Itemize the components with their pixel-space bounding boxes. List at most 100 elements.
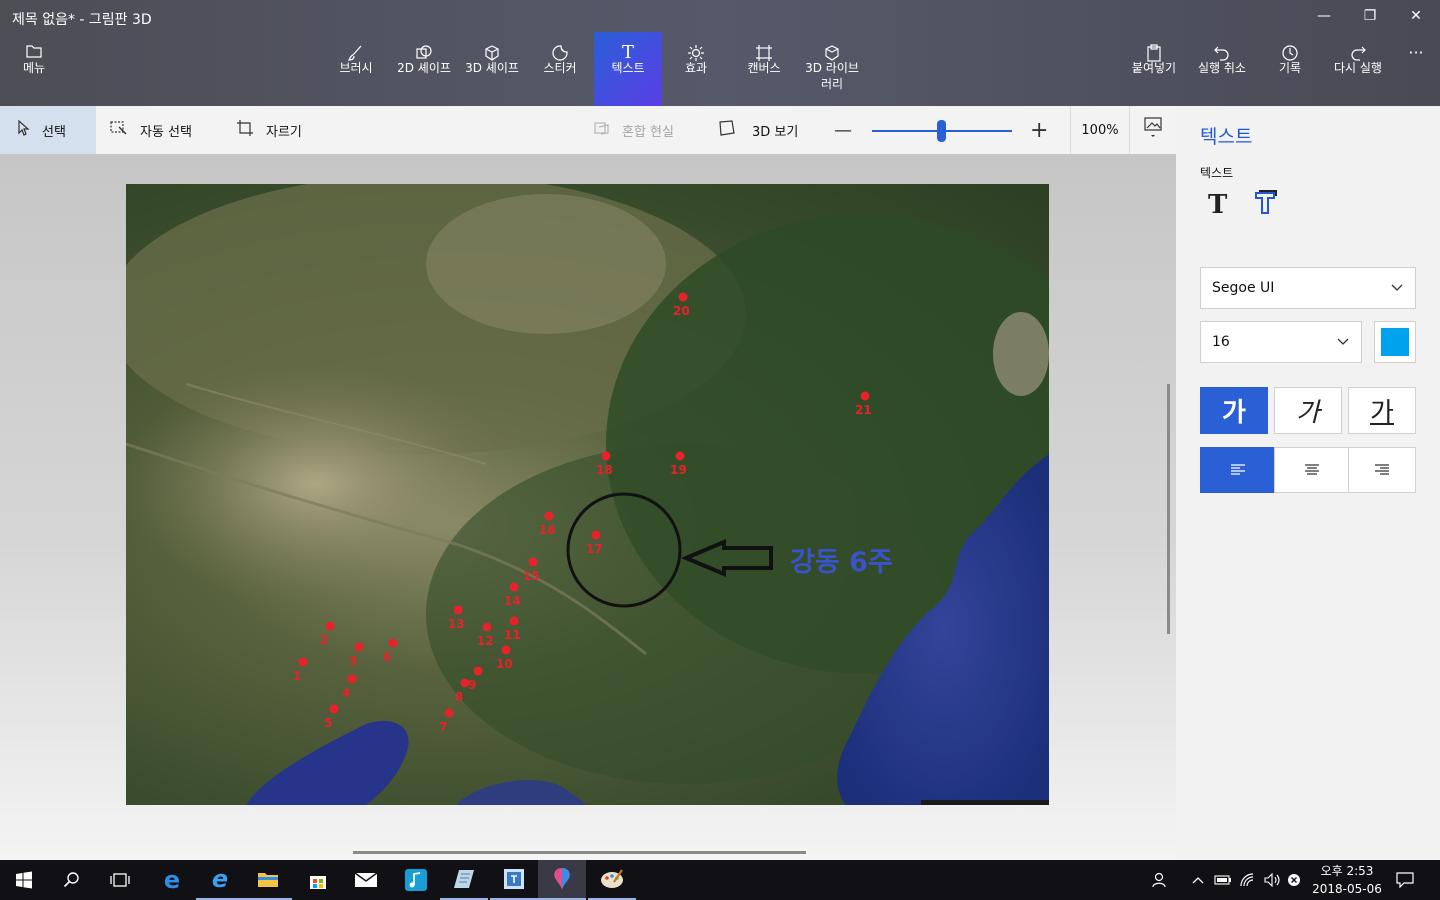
people-button[interactable] (1152, 860, 1178, 900)
bold-button[interactable]: 가 (1200, 387, 1268, 434)
hwp-taskbar-icon[interactable] (490, 860, 538, 900)
volume-button[interactable] (1264, 860, 1286, 900)
font-family-select[interactable]: Segoe UI (1200, 267, 1416, 309)
align-right-button[interactable] (1348, 447, 1416, 493)
tool-3d-shapes[interactable]: 3D 셰이프 (458, 32, 526, 106)
start-button[interactable] (0, 860, 48, 900)
align-right-icon (1375, 464, 1389, 475)
tool-2d-shapes[interactable]: 2D 셰이프 (390, 32, 458, 106)
3d-library-icon (798, 32, 866, 61)
italic-button[interactable]: 가 (1274, 387, 1342, 434)
magic-select-icon (110, 120, 128, 140)
tool-effects[interactable]: 효과 (662, 32, 730, 106)
sticker-icon (526, 32, 594, 61)
task-view-icon (110, 873, 130, 887)
zoom-slider-thumb[interactable] (937, 120, 946, 142)
font-size-select[interactable]: 16 (1200, 321, 1362, 363)
history-button[interactable]: 기록 (1256, 32, 1324, 106)
folder-icon (0, 32, 68, 60)
music-app-taskbar-icon[interactable] (392, 860, 440, 900)
people-icon (1152, 872, 1166, 888)
more-icon: ··· (1408, 43, 1424, 62)
zoom-in-button[interactable]: + (1030, 106, 1050, 154)
tool-label: 2D 셰이프 (397, 61, 451, 75)
tool-text[interactable]: T 텍스트 (594, 32, 662, 106)
chevron-down-icon (1391, 281, 1403, 295)
redo-button[interactable]: 다시 실행 (1324, 32, 1392, 106)
view-3d-button[interactable]: 3D 보기 (718, 106, 814, 154)
speaker-icon (1264, 873, 1280, 887)
paint-taskbar-icon[interactable] (588, 860, 636, 900)
taskbar-clock[interactable]: 오후 2:53 2018-05-06 (1306, 862, 1388, 898)
zoom-level[interactable]: 100% (1070, 106, 1130, 154)
text-2d-icon[interactable]: T (1208, 190, 1227, 220)
panel-subtitle: 텍스트 (1200, 166, 1234, 180)
map-canvas[interactable]: 1 2 3 4 5 6 7 8 9 10 11 12 13 14 15 16 17 18 19 20 21 강동 6주 (126, 184, 1049, 805)
undo-label: 실행 취소 (1198, 61, 1246, 75)
highlight-circle (566, 492, 682, 608)
horizontal-scrollbar[interactable] (353, 851, 806, 854)
minimize-button[interactable]: — (1301, 0, 1347, 32)
action-center-button[interactable] (1396, 860, 1420, 900)
tool-label: 캔버스 (747, 61, 781, 75)
align-center-button[interactable] (1274, 447, 1349, 493)
paste-button[interactable]: 붙여넣기 (1120, 32, 1188, 106)
paint-3d-taskbar-icon[interactable] (538, 860, 586, 900)
paste-label: 붙여넣기 (1131, 61, 1177, 75)
vertical-scrollbar[interactable] (1167, 384, 1170, 634)
wifi-icon (1240, 873, 1254, 887)
panel-title: 텍스트 (1200, 126, 1253, 148)
more-options-button[interactable]: ··· (1396, 32, 1436, 106)
mail-icon (354, 872, 378, 887)
history-label: 기록 (1278, 61, 1302, 75)
clock-date: 2018-05-06 (1312, 882, 1382, 896)
tool-brushes[interactable]: 브러시 (322, 32, 390, 106)
crop-button[interactable]: 자르기 (236, 106, 326, 154)
crop-label: 자르기 (266, 124, 302, 140)
view-options-button[interactable] (1136, 106, 1170, 154)
battery-icon (1214, 875, 1231, 885)
align-left-icon (1230, 464, 1245, 475)
battery-button[interactable] (1214, 860, 1236, 900)
3d-shapes-icon (458, 32, 526, 61)
internet-explorer-taskbar-icon[interactable]: e (196, 860, 244, 900)
file-explorer-taskbar-icon[interactable] (244, 860, 292, 900)
mixed-reality-button[interactable]: 혼합 현실 (594, 106, 694, 154)
paste-icon (1120, 32, 1188, 62)
text-3d-icon[interactable] (1254, 190, 1278, 223)
2d-shapes-icon (390, 32, 458, 60)
align-center-icon (1304, 464, 1319, 475)
notepad-taskbar-icon[interactable] (440, 860, 488, 900)
redo-icon (1324, 32, 1392, 61)
effects-icon (662, 32, 730, 61)
zoom-out-button[interactable]: — (834, 106, 854, 154)
menu-button[interactable]: 메뉴 (0, 32, 68, 106)
tool-label: 3D 셰이프 (465, 61, 519, 75)
underline-button[interactable]: 가 (1348, 387, 1416, 434)
tool-canvas[interactable]: 캔버스 (730, 32, 798, 106)
input-indicator-button[interactable] (1287, 860, 1305, 900)
store-taskbar-icon[interactable] (294, 860, 342, 900)
select-tool-button[interactable]: 선택 (0, 106, 96, 154)
align-left-button[interactable] (1200, 447, 1275, 493)
text-color-picker[interactable] (1374, 321, 1416, 363)
edge-taskbar-icon[interactable]: e (148, 860, 196, 900)
network-button[interactable] (1240, 860, 1262, 900)
undo-button[interactable]: 실행 취소 (1188, 32, 1256, 106)
pointer-arrow (680, 538, 773, 578)
tool-3d-library[interactable]: 3D 라이브 러리 (798, 32, 866, 106)
restore-button[interactable]: ❐ (1347, 0, 1393, 32)
text-icon: T (621, 42, 634, 63)
ime-off-icon (1288, 874, 1300, 886)
tray-expand-button[interactable] (1192, 860, 1210, 900)
close-button[interactable]: ✕ (1393, 0, 1439, 32)
magic-select-button[interactable]: 자동 선택 (110, 106, 210, 154)
document-app-icon (504, 869, 524, 889)
mail-taskbar-icon[interactable] (342, 860, 390, 900)
search-button[interactable] (48, 860, 96, 900)
tool-stickers[interactable]: 스티커 (526, 32, 594, 106)
view-3d-icon (718, 120, 736, 140)
annotation-text[interactable]: 강동 6주 (790, 540, 893, 579)
view-3d-label: 3D 보기 (752, 124, 799, 140)
task-view-button[interactable] (96, 860, 144, 900)
